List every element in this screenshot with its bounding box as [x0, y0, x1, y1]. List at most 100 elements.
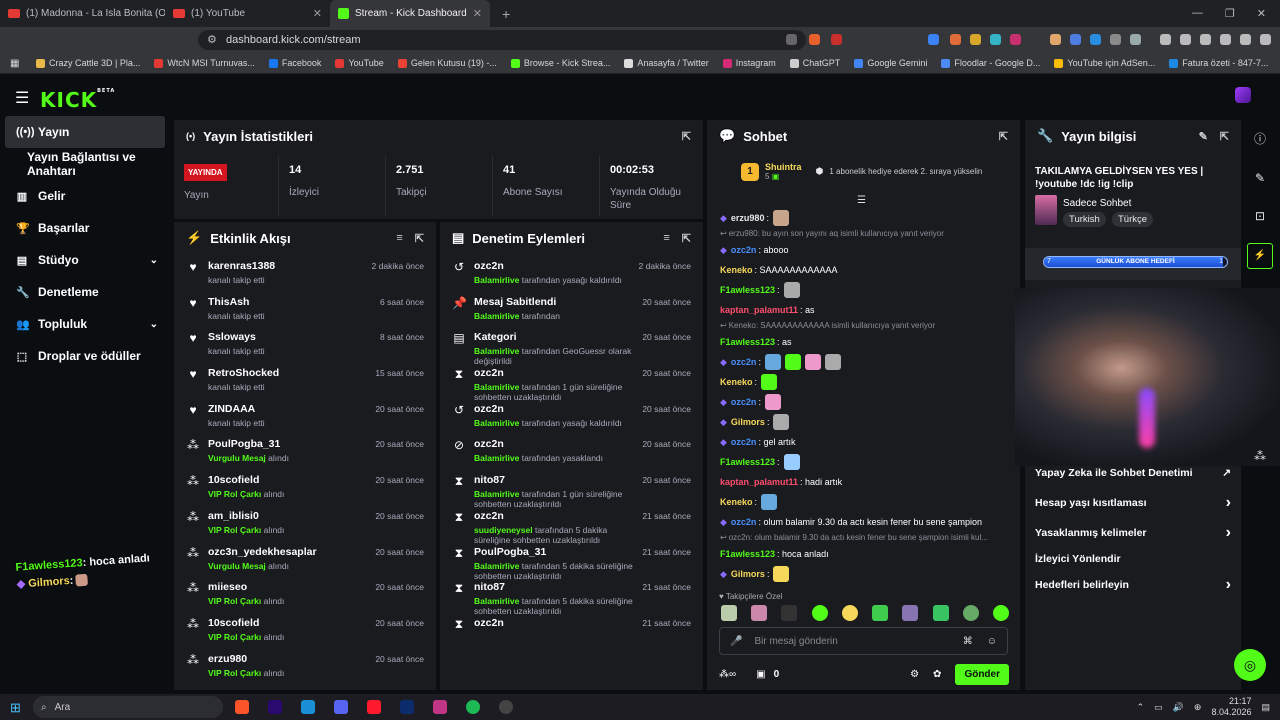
sidebar-item-revenue[interactable]: ▥ Gelir [0, 180, 170, 212]
activity-row[interactable]: ⁂ erzu980 VIP Rol Çarkı alındı 20 saat önce [174, 647, 436, 683]
clock[interactable]: 21:17 8.04.2026 [1211, 696, 1251, 718]
moderation-row[interactable]: ⧗ ozc2n 21 saat önce [440, 611, 703, 647]
premiere-icon[interactable] [268, 700, 282, 714]
activity-row[interactable]: ⁂ ozc3n_yedekhesaplar Vurgulu Mesaj alındı… [174, 540, 436, 576]
media-icon[interactable] [1160, 34, 1171, 45]
bookmark-item[interactable]: Floodlar - Google D... [941, 58, 1040, 68]
photoshop-icon[interactable] [400, 700, 414, 714]
activity-row[interactable]: ♥ karenras1388 kanalı takip etti 2 dakika ö… [174, 254, 436, 290]
brave-shield-icon[interactable] [809, 34, 820, 45]
moderation-row[interactable]: ⊘ ozc2n Balamirlive tarafından yasaklandı 2… [440, 432, 703, 468]
close-tab-icon[interactable]: ✕ [473, 7, 482, 20]
emoji-icon[interactable]: ☺ [987, 636, 997, 647]
sidebar-item-studio[interactable]: ▤ Stüdyo ⌄ [0, 244, 170, 276]
obs-icon[interactable] [499, 700, 513, 714]
extension-icon[interactable] [970, 34, 981, 45]
filter-icon[interactable]: ≡ [396, 232, 402, 245]
activity-row[interactable]: ♥ ThisAsh kanalı takip etti 6 saat önce [174, 290, 436, 326]
chat-message[interactable]: ◆ ozc2n: gel artık [707, 432, 1020, 452]
spotify-icon[interactable] [466, 700, 480, 714]
moderation-row[interactable]: ⧗ nito87 Balamirlive tarafından 1 gün süre… [440, 468, 703, 509]
edit-icon[interactable]: ✎ [1245, 171, 1275, 185]
new-tab-button[interactable]: + [502, 6, 510, 22]
bookmark-item[interactable]: ChatGPT [789, 58, 840, 68]
maximize-icon[interactable]: ❐ [1225, 7, 1235, 20]
share-icon[interactable] [786, 34, 797, 45]
bookmark-item[interactable]: YouTube için AdSen... [1054, 58, 1155, 68]
address-bar[interactable]: ⚙ dashboard.kick.com/stream [198, 30, 806, 50]
moderation-row[interactable]: 📌 Mesaj Sabitlendi Balamirlive tarafından 2… [440, 290, 703, 326]
support-chat-button[interactable]: ◎ [1234, 649, 1266, 681]
chat-message[interactable]: kaptan_palamut11: hadi artık [707, 472, 1020, 492]
settings-icon[interactable]: ⚙ [910, 669, 919, 680]
chat-message[interactable]: F1awless123: as [707, 332, 1020, 352]
bookmark-item[interactable]: Gelen Kutusu (19) -... [397, 58, 497, 68]
emote-menu-icon[interactable]: ✿ [933, 669, 941, 680]
sidebar-item-moderation[interactable]: 🔧 Denetleme [0, 276, 170, 308]
chat-message[interactable]: ◆ erzu980: [707, 208, 1020, 228]
tag[interactable]: Türkçe [1112, 212, 1154, 227]
moderation-row[interactable]: ▤ Kategori Balamirlive tarafından GeoGuess… [440, 325, 703, 366]
chat-message[interactable]: kaptan_palamut11: as [707, 300, 1020, 320]
setting-host[interactable]: İzleyici Yönlendir [1025, 546, 1241, 572]
bookmark-item[interactable]: Instagram [722, 58, 776, 68]
extension-icon[interactable] [950, 34, 961, 45]
chat-message[interactable]: ◆ ozc2n: olum balamir 9.30 da actı kesin … [707, 512, 1020, 532]
moderation-row[interactable]: ⧗ PoulPogba_31 Balamirlive tarafından 5 da… [440, 540, 703, 581]
sidebar-item-drops[interactable]: ⬚ Droplar ve ödüller [0, 340, 170, 372]
site-info-icon[interactable]: ⚙ [207, 33, 217, 46]
tag[interactable]: Turkish [1063, 212, 1106, 227]
drops-infinity-icon[interactable]: ⁂∞ [719, 669, 736, 680]
network-icon[interactable]: ▭ [1154, 702, 1163, 713]
close-tab-icon[interactable]: ✕ [313, 7, 322, 20]
brave-icon[interactable] [235, 700, 249, 714]
close-window-icon[interactable]: ✕ [1257, 7, 1266, 20]
emote[interactable] [932, 605, 949, 621]
tab-madonna[interactable]: (1) Madonna - La Isla Bonita (Off...✕ [0, 0, 165, 27]
app-icon[interactable] [433, 700, 447, 714]
discord-icon[interactable] [334, 700, 348, 714]
gift-box-icon[interactable]: ▣ [756, 669, 765, 680]
windows-start-icon[interactable]: ⊞ [10, 700, 21, 716]
emote[interactable] [781, 605, 798, 621]
wallet-icon[interactable] [1240, 34, 1251, 45]
chat-message[interactable]: Keneko: [707, 492, 1020, 512]
setting-ai-moderation[interactable]: Yapay Zeka ile Sohbet Denetimi ↗ [1025, 460, 1241, 486]
extension-icon[interactable] [1130, 34, 1141, 45]
extension-icon[interactable] [1050, 34, 1061, 45]
chat-message[interactable]: Keneko: [707, 372, 1020, 392]
tab-youtube[interactable]: (1) YouTube ✕ [165, 0, 330, 27]
screen-icon[interactable]: ⊡ [1245, 209, 1275, 223]
moderation-row[interactable]: ↺ ozc2n Balamirlive tarafından yasağı kald… [440, 397, 703, 433]
bookmark-item[interactable]: Fatura özeti - 847-7... [1169, 58, 1268, 68]
tab-kick-dashboard[interactable]: Stream - Kick Dashboard ✕ [330, 0, 490, 27]
activity-row[interactable]: ⁂ miieseo VIP Rol Çarkı alındı 20 saat önce [174, 575, 436, 611]
bookmark-item[interactable]: Facebook [268, 58, 321, 68]
hamburger-menu-icon[interactable]: ☰ [15, 88, 29, 108]
popout-icon[interactable]: ⇱ [415, 232, 424, 245]
popout-icon[interactable]: ⇱ [999, 130, 1008, 143]
moderation-row[interactable]: ⧗ ozc2n Balamirlive tarafından 1 gün sürel… [440, 361, 703, 402]
activity-row[interactable]: ⁂ 10scofield VIP Rol Çarkı alındı 20 saat ö… [174, 468, 436, 504]
send-button[interactable]: Gönder [955, 663, 1009, 685]
chat-message[interactable]: F1awless123: [707, 280, 1020, 300]
emote[interactable] [962, 605, 979, 621]
emote[interactable] [751, 605, 768, 621]
category-name[interactable]: Sadece Sohbet [1063, 198, 1131, 209]
extension-icon[interactable] [1090, 34, 1101, 45]
user-avatar[interactable] [1235, 87, 1251, 103]
activity-row[interactable]: ⁂ am_iblisi0 VIP Rol Çarkı alındı 20 saat ö… [174, 504, 436, 540]
sidebar-item-stream-key[interactable]: Yayın Bağlantısı ve Anahtarı [0, 148, 170, 180]
apps-icon[interactable]: ▦ [10, 58, 19, 69]
moderation-row[interactable]: ↺ ozc2n Balamirlive tarafından yasağı kald… [440, 254, 703, 290]
chat-input[interactable]: 🎤 Bir mesaj gönderin ⌘ ☺ [719, 627, 1008, 655]
chat-message[interactable]: ◆ ozc2n: [707, 352, 1020, 372]
bookmark-item[interactable]: YouTube [335, 58, 384, 68]
volume-icon[interactable]: 🔊 [1173, 702, 1184, 713]
bookmark-item[interactable]: Anasayfa / Twitter [624, 58, 709, 68]
emote[interactable] [872, 605, 889, 621]
edit-icon[interactable]: ✎ [1199, 130, 1208, 143]
app-icon[interactable] [301, 700, 315, 714]
bookmark-item[interactable]: Google Gemini [854, 58, 927, 68]
sidebar-icon[interactable] [1180, 34, 1191, 45]
